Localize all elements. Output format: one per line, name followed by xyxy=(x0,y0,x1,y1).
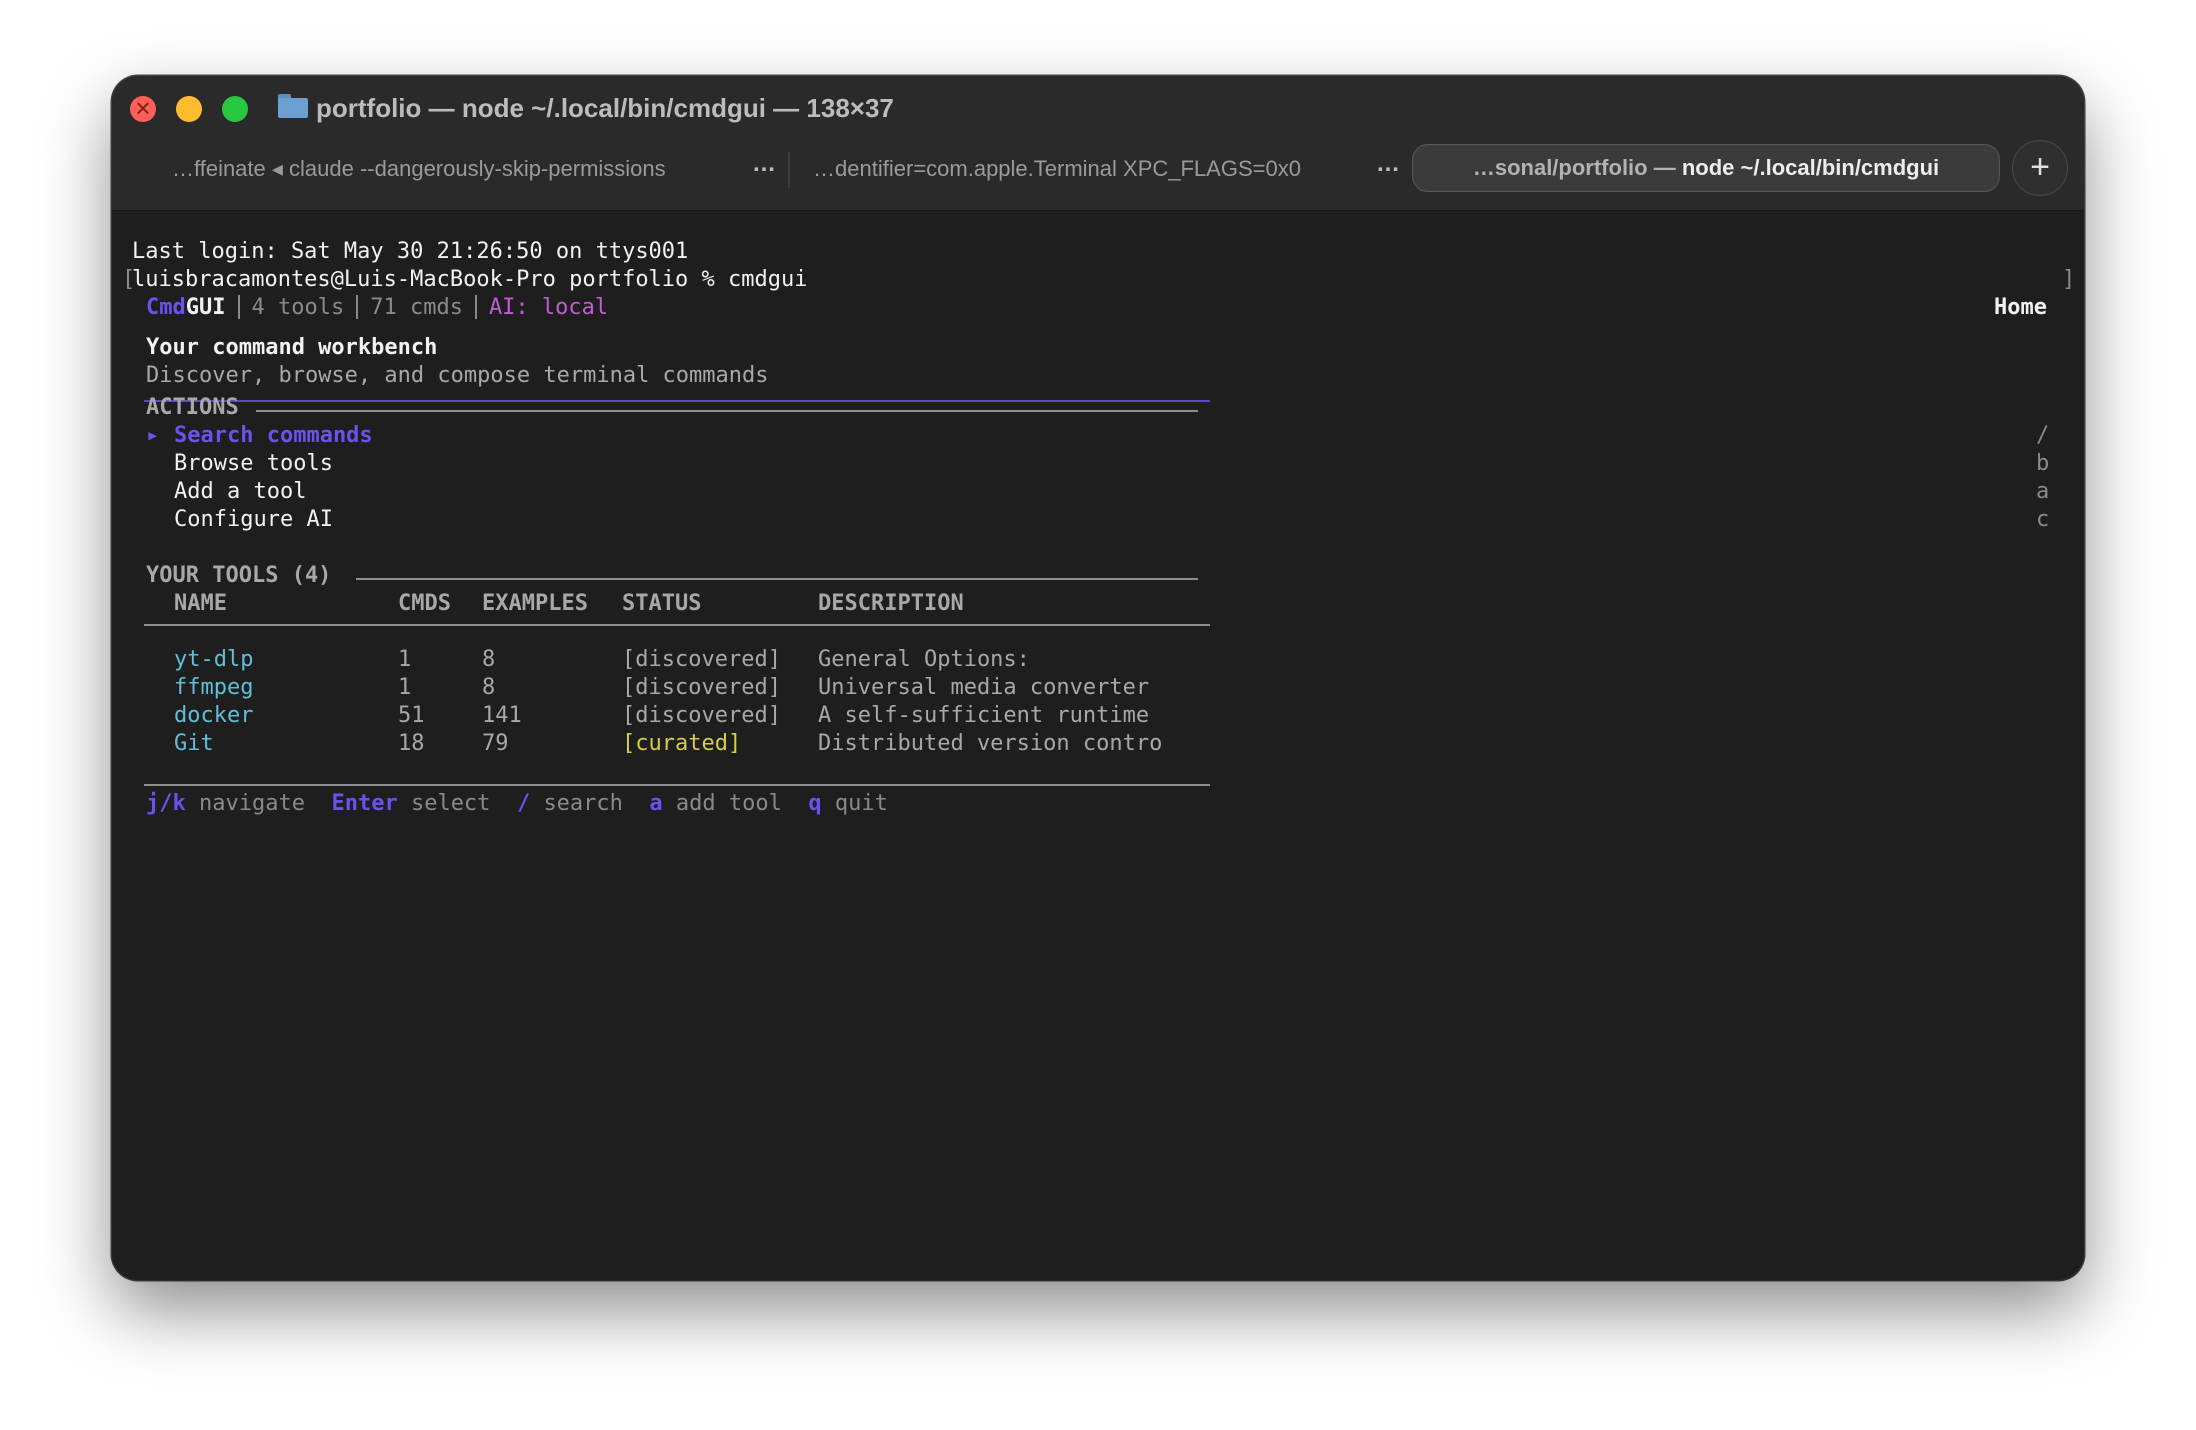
prompt-right-bracket: ] xyxy=(2062,267,2076,292)
header-divider xyxy=(237,295,240,319)
app-header: CmdGUI 4 tools 71 cmds AI: local xyxy=(146,294,608,322)
action-browse-key: b xyxy=(2036,451,2050,476)
selected-marker-icon: ▸ xyxy=(146,423,160,448)
action-add-tool[interactable]: Add a tool xyxy=(174,478,306,506)
tool-examples: 8 xyxy=(482,647,496,672)
brand-cmd: Cmd xyxy=(146,295,186,320)
tools-rule xyxy=(356,578,1198,580)
tool-cmds: 1 xyxy=(398,647,412,672)
action-configure-ai[interactable]: Configure AI xyxy=(174,506,333,534)
footer-rule xyxy=(144,784,1210,786)
new-tab-button[interactable]: + xyxy=(2012,140,2068,196)
zoom-window-button[interactable] xyxy=(222,96,248,122)
ai-status: AI: local xyxy=(488,295,609,320)
folder-icon xyxy=(278,94,308,118)
header-divider xyxy=(356,295,359,319)
column-status: STATUS xyxy=(622,591,702,616)
tool-status: [discovered] xyxy=(622,675,781,700)
tool-name: docker xyxy=(174,703,254,728)
tool-status: [discovered] xyxy=(622,647,781,672)
tool-description: A self-sufficient runtime xyxy=(818,703,1150,728)
minimize-window-button[interactable] xyxy=(176,96,202,122)
tool-examples: 141 xyxy=(482,703,522,728)
shortcut-label: select xyxy=(410,791,491,816)
header-divider xyxy=(474,295,477,319)
actions-rule xyxy=(256,410,1198,412)
action-search-key: / xyxy=(2036,423,2050,448)
headline: Your command workbench xyxy=(146,335,438,360)
shortcut-key: q xyxy=(808,791,822,816)
tool-status: [discovered] xyxy=(622,703,781,728)
shortcut-label: navigate xyxy=(199,791,305,816)
title-bar: portfolio — node ~/.local/bin/cmdgui — 1… xyxy=(112,76,2084,211)
tab-active-path: …sonal/portfolio — xyxy=(1472,155,1682,180)
shortcut-key: a xyxy=(649,791,663,816)
window-title: portfolio — node ~/.local/bin/cmdgui — 1… xyxy=(316,93,894,123)
tools-heading: YOUR TOOLS (4) xyxy=(146,563,332,588)
shortcut-label: search xyxy=(543,791,623,816)
tab-claude[interactable]: …ffeinate ◂ claude --dangerously-skip-pe… xyxy=(172,144,666,194)
tab-active-command: node ~/.local/bin/cmdgui xyxy=(1681,155,1940,180)
shortcut-key: Enter xyxy=(331,791,398,816)
shortcut-key: j/k xyxy=(146,791,186,816)
tool-cmds: 18 xyxy=(398,731,425,756)
tool-cmds: 51 xyxy=(398,703,425,728)
tool-description: Distributed version contro xyxy=(818,731,1163,756)
column-description: DESCRIPTION xyxy=(818,591,964,616)
column-cmds: CMDS xyxy=(398,591,451,616)
shortcut-key: / xyxy=(516,791,531,816)
shortcut-label: quit xyxy=(834,791,888,816)
column-name: NAME xyxy=(174,591,227,616)
action-browse-tools[interactable]: Browse tools xyxy=(174,450,333,478)
shortcut-bar: j/k navigate Enter select / search a add… xyxy=(146,790,888,818)
tab-terminal-env-more-icon[interactable]: … xyxy=(1376,150,1401,178)
shell-prompt: luisbracamontes@Luis-MacBook-Pro portfol… xyxy=(132,267,808,292)
tab-portfolio-active[interactable]: …sonal/portfolio — node ~/.local/bin/cmd… xyxy=(1412,144,2000,192)
action-configure-key: c xyxy=(2036,507,2050,532)
tool-examples: 79 xyxy=(482,731,509,756)
table-header-rule xyxy=(144,624,1210,626)
terminal-content[interactable]: Last login: Sat May 30 21:26:50 on ttys0… xyxy=(112,212,2084,1280)
last-login-line: Last login: Sat May 30 21:26:50 on ttys0… xyxy=(132,239,689,264)
action-search-commands[interactable]: Search commands xyxy=(174,422,373,450)
subtitle: Discover, browse, and compose terminal c… xyxy=(146,363,769,388)
page-title: Home xyxy=(1994,295,2047,320)
terminal-window: portfolio — node ~/.local/bin/cmdgui — 1… xyxy=(112,76,2084,1280)
tab-terminal-env[interactable]: …dentifier=com.apple.Terminal XPC_FLAGS=… xyxy=(812,144,1302,194)
tab-claude-more-icon[interactable]: … xyxy=(752,150,777,178)
tool-description: General Options: xyxy=(818,647,1030,672)
header-divider-line xyxy=(144,400,1210,402)
column-examples: EXAMPLES xyxy=(482,591,588,616)
tool-cmds: 1 xyxy=(398,675,412,700)
actions-heading: ACTIONS xyxy=(146,395,239,420)
action-add-key: a xyxy=(2036,479,2050,504)
tab-divider xyxy=(788,152,790,188)
close-window-button[interactable] xyxy=(130,93,156,123)
tool-name: Git xyxy=(174,731,214,756)
tool-name: ffmpeg xyxy=(174,675,254,700)
tool-name: yt-dlp xyxy=(174,647,254,672)
cmds-count: 71 cmds xyxy=(370,295,463,320)
shortcut-label: add tool xyxy=(675,791,782,816)
brand-gui: GUI xyxy=(185,295,226,320)
tool-examples: 8 xyxy=(482,675,496,700)
tool-description: Universal media converter xyxy=(818,675,1150,700)
tool-status: [curated] xyxy=(622,731,742,756)
tools-count: 4 tools xyxy=(251,295,345,320)
